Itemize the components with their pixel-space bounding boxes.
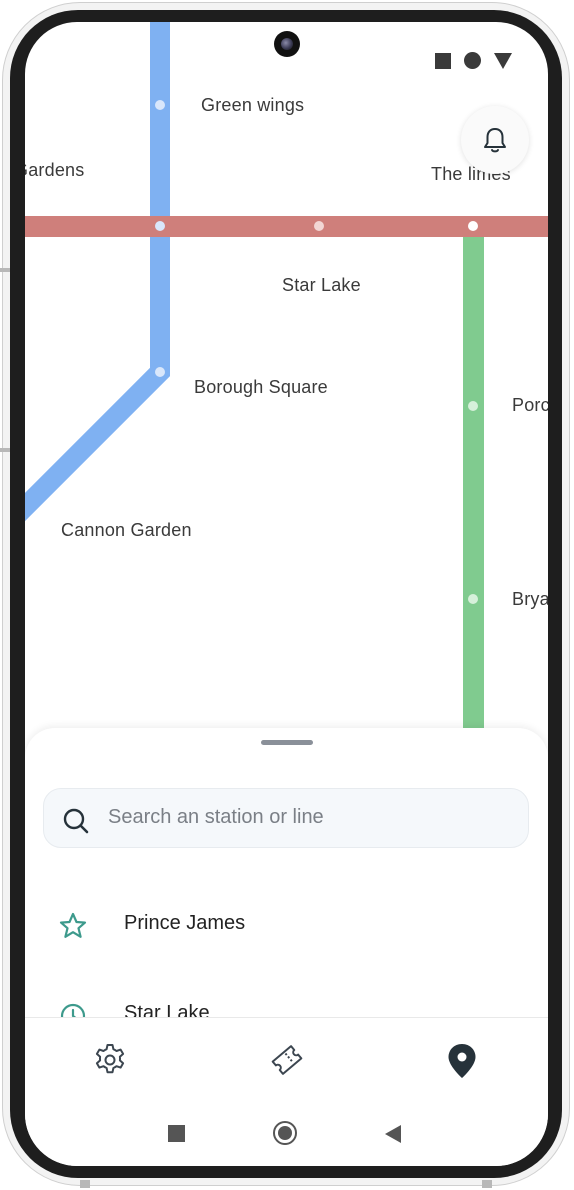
search-input[interactable]: Search an station or line	[43, 788, 529, 848]
station-dot-brya	[468, 594, 478, 604]
bell-icon	[484, 128, 506, 153]
status-bar-icons	[435, 52, 512, 69]
bottom-sheet: Search an station or line Prince James S…	[25, 728, 548, 1028]
station-dot-the-limes	[468, 221, 478, 231]
star-icon	[59, 912, 87, 938]
ticket-icon[interactable]	[269, 1042, 305, 1078]
search-icon	[63, 808, 89, 834]
station-label-brya[interactable]: Brya	[512, 589, 548, 610]
green-line	[463, 237, 484, 747]
screen: Green wings Gardens The limes Star Lake …	[25, 22, 548, 1166]
side-button	[80, 1180, 90, 1188]
sheet-drag-handle[interactable]	[261, 740, 313, 745]
station-dot-borough-square	[155, 367, 165, 377]
side-button	[482, 1180, 492, 1188]
station-label-green-wings[interactable]: Green wings	[201, 95, 304, 116]
station-dot-green-wings	[155, 100, 165, 110]
location-pin-icon[interactable]	[445, 1042, 479, 1080]
settings-icon[interactable]	[92, 1042, 128, 1078]
station-label-cannon-garden[interactable]: Cannon Garden	[61, 520, 192, 541]
home-button[interactable]	[273, 1121, 297, 1145]
station-dot-star-lake	[314, 221, 324, 231]
notification-button[interactable]	[461, 106, 529, 174]
system-navigation-bar	[25, 1117, 548, 1157]
list-item[interactable]: Prince James	[25, 896, 548, 956]
front-camera	[274, 31, 300, 57]
status-square-icon	[435, 52, 451, 69]
station-label-borough-square[interactable]: Borough Square	[194, 377, 328, 398]
status-triangle-icon	[494, 52, 512, 69]
station-label-porc[interactable]: Porc	[512, 395, 548, 416]
status-circle-icon	[464, 52, 481, 69]
station-dot-porc	[468, 401, 478, 411]
station-dot-interchange	[155, 221, 165, 231]
recents-button[interactable]	[168, 1125, 185, 1142]
station-label-gardens[interactable]: Gardens	[25, 160, 84, 181]
list-item-label: Prince James	[124, 912, 246, 934]
back-button[interactable]	[385, 1125, 401, 1143]
station-label-star-lake[interactable]: Star Lake	[282, 275, 361, 296]
blue-line	[25, 22, 170, 522]
search-placeholder: Search an station or line	[108, 806, 324, 828]
